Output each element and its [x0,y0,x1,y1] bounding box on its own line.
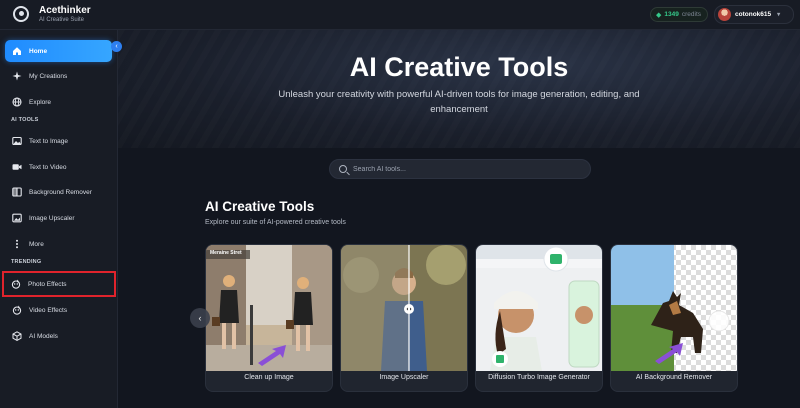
tool-card-image-upscaler[interactable]: Image Upscaler [340,244,468,392]
upscale-icon [11,213,22,224]
effects-icon [11,305,22,316]
acethinker-logo-icon[interactable] [13,6,29,22]
app-subtitle: AI Creative Suite [39,17,85,23]
section-label-ai-tools: AI TOOLS [11,117,39,123]
sidebar-item-label: Text to Image [29,137,69,145]
cube-icon [11,331,22,342]
card-caption: AI Background Remover [635,374,713,381]
sidebar-item-label: My Creations [29,72,68,80]
split-icon [11,187,22,198]
image-icon [11,136,22,147]
search-input[interactable] [353,165,573,173]
credits-badge[interactable]: ◆ 1349 credits [650,7,708,22]
sidebar-item-label: Home [29,47,48,55]
sidebar-item-label: AI Models [29,332,58,340]
top-bar: Acethinker AI Creative Suite ◆ 1349 cred… [0,0,800,30]
card-caption: Diffusion Turbo Image Generator [488,374,590,381]
carousel-prev-button[interactable]: ‹ [190,308,210,328]
image-upscaler-thumbnail [341,245,467,371]
gem-icon: ◆ [656,11,662,19]
chevron-left-icon[interactable]: ‹ [111,41,122,52]
sidebar-item-label: Text to Video [29,163,67,171]
diffusion-turbo-thumbnail [476,245,602,371]
sidebar-item-text-to-image[interactable]: Text to Image [5,130,112,152]
sidebar-item-label: More [29,240,44,248]
sidebar-item-explore[interactable]: Explore [5,91,112,113]
section-label-trending: TRENDING [11,259,42,265]
section-subtitle: Explore our suite of AI-powered creative… [205,219,346,226]
card-caption: Image Upscaler [379,374,429,381]
sidebar-item-label: Image Upscaler [29,214,75,222]
hero-banner: AI Creative Tools Unleash your creativit… [118,30,800,148]
sidebar-item-text-to-video[interactable]: Text to Video [5,156,112,178]
more-icon [11,239,22,250]
tool-card-ai-background-remover[interactable]: AI Background Remover [610,244,738,392]
hero-subtitle: Unleash your creativity with powerful AI… [278,89,640,115]
sidebar-item-ai-models[interactable]: AI Models [5,325,112,347]
sparkle-icon [11,71,22,82]
image-tag: Meraine Stret [210,250,242,256]
sidebar-item-home[interactable]: Home [5,40,112,62]
tool-card-diffusion-turbo[interactable]: Diffusion Turbo Image Generator [475,244,603,392]
search-bar[interactable] [329,159,591,179]
clean-up-image-thumbnail [206,245,332,371]
sidebar-item-label: Photo Effects [28,280,67,288]
tool-card-clean-up-image[interactable]: Meraine Stret Clean up Image [205,244,333,392]
card-caption: Clean up Image [244,374,294,381]
home-icon [11,46,22,57]
sidebar-item-background-remover[interactable]: Background Remover [5,181,112,203]
effects-icon [10,279,21,290]
chevron-down-icon: ▾ [777,12,781,18]
hero-title: AI Creative Tools [349,52,569,82]
user-menu[interactable]: cotonok615 ▾ [714,5,794,24]
section-title: AI Creative Tools [205,199,315,214]
sidebar-item-label: Background Remover [29,188,92,196]
sidebar-item-more[interactable]: More [5,233,112,255]
credits-amount: 1349 [664,11,679,18]
avatar [718,8,731,21]
sidebar-item-video-effects[interactable]: Video Effects [5,299,112,321]
sidebar: ‹ Home My Creations Explore AI TOOLS Tex… [0,30,122,408]
globe-icon [11,97,22,108]
search-icon [339,165,347,173]
sidebar-item-image-upscaler[interactable]: Image Upscaler [5,207,112,229]
video-icon [11,162,22,173]
sidebar-item-photo-effects[interactable]: Photo Effects [2,271,116,297]
app-name[interactable]: Acethinker [39,5,91,16]
sidebar-item-label: Explore [29,98,52,106]
ai-background-remover-thumbnail [611,245,737,371]
username: cotonok615 [735,11,772,18]
sidebar-item-my-creations[interactable]: My Creations [5,65,112,87]
sidebar-item-label: Video Effects [29,306,68,314]
credits-label: credits [681,11,702,18]
